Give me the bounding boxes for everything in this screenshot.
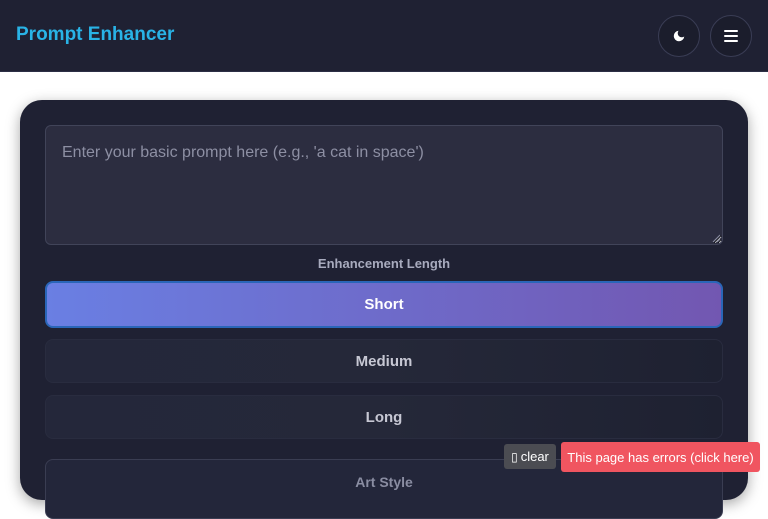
moon-icon <box>673 30 685 42</box>
prompt-input[interactable] <box>45 125 723 245</box>
resize-grip-icon[interactable] <box>712 234 720 242</box>
app-title: Prompt Enhancer <box>16 24 175 45</box>
enhancer-card: Enhancement Length Short Medium Long Art… <box>20 100 748 519</box>
clear-label: clear <box>520 449 549 464</box>
clear-errors-button[interactable]: ▯ clear <box>504 444 556 469</box>
theme-toggle-button[interactable] <box>658 15 700 57</box>
hamburger-menu-icon <box>724 30 738 42</box>
menu-button[interactable] <box>710 15 752 57</box>
missing-glyph-icon: ▯ <box>511 449 518 464</box>
app-header: Prompt Enhancer <box>0 0 768 72</box>
length-option-medium[interactable]: Medium <box>45 339 723 383</box>
page-errors-label: This page has errors (click here) <box>567 449 754 465</box>
length-option-long[interactable]: Long <box>45 395 723 439</box>
length-option-short[interactable]: Short <box>45 281 723 328</box>
enhancement-length-label: Enhancement Length <box>317 256 451 271</box>
page-errors-button[interactable]: This page has errors (click here) <box>561 442 760 472</box>
art-style-label: Art Style <box>355 474 413 490</box>
